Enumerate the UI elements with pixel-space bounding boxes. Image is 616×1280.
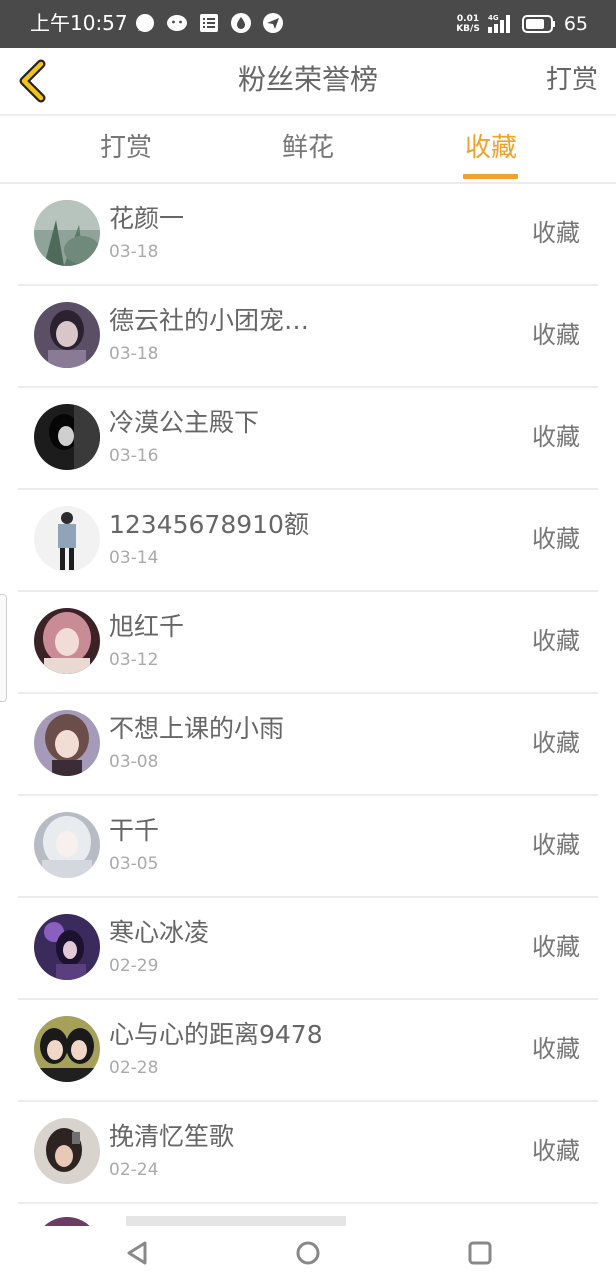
list-item[interactable]: 寒心冰凌 02-29 收藏 <box>18 898 598 1000</box>
app-header: 粉丝荣誉榜 打赏 <box>0 48 616 114</box>
fan-name: 寒心冰凌 <box>109 918 210 947</box>
avatar[interactable] <box>34 1118 100 1184</box>
wechat-icon <box>167 15 187 31</box>
chat-bubble-icon <box>136 14 154 32</box>
avatar[interactable] <box>34 914 100 980</box>
system-status: 0.01 KB/S 4G 65 <box>456 8 588 40</box>
list-item[interactable]: 冷漠公主殿下 03-16 收藏 <box>18 388 598 490</box>
list-icon <box>200 14 218 32</box>
avatar[interactable] <box>34 404 100 470</box>
avatar[interactable] <box>34 200 100 266</box>
fan-action: 收藏 <box>532 729 580 757</box>
fan-name: 花颜一 <box>109 204 185 233</box>
fan-name: 德云社的小团宠… <box>109 306 310 335</box>
status-bar: 上午10:57 0.01 KB/S 4G 65 <box>0 0 616 48</box>
drop-icon <box>231 13 251 33</box>
fan-action: 收藏 <box>532 525 580 553</box>
fan-name: 心与心的距离9478 <box>109 1020 323 1049</box>
nav-back-icon[interactable] <box>123 1238 153 1268</box>
net-speed-value: 0.01 <box>456 14 480 24</box>
fan-action: 收藏 <box>532 933 580 961</box>
nav-home-icon[interactable] <box>293 1238 323 1268</box>
list-item[interactable]: 挽清忆笙歌 02-24 收藏 <box>18 1102 598 1204</box>
avatar[interactable] <box>34 1016 100 1082</box>
fan-date: 03-18 <box>109 344 159 364</box>
avatar[interactable] <box>34 710 100 776</box>
fan-name: 12345678910额 <box>109 510 309 539</box>
network-type: 4G <box>488 14 499 22</box>
tab-bar: 打赏 鲜花 收藏 <box>0 116 616 182</box>
list-item[interactable]: 旭红千 03-12 收藏 <box>18 592 598 694</box>
fan-name: 挽清忆笙歌 <box>109 1122 235 1151</box>
battery-icon <box>521 15 555 33</box>
system-nav-bar <box>0 1226 616 1280</box>
tab-reward[interactable]: 打赏 <box>66 128 186 168</box>
fan-date: 03-18 <box>109 242 159 262</box>
reward-button[interactable]: 打赏 <box>546 62 598 98</box>
fan-date: 02-29 <box>109 956 159 976</box>
side-drawer-handle[interactable] <box>0 594 7 702</box>
fan-name: 干千 <box>109 816 160 845</box>
nav-recents-icon[interactable] <box>465 1238 495 1268</box>
active-tab-indicator <box>463 174 518 179</box>
list-item-partial[interactable] <box>18 1202 598 1226</box>
fan-date: 03-08 <box>109 752 159 772</box>
fan-action: 收藏 <box>532 627 580 655</box>
fan-action: 收藏 <box>532 831 580 859</box>
avatar[interactable] <box>34 1217 100 1226</box>
page-title: 粉丝荣誉榜 <box>237 63 378 96</box>
fan-date: 03-12 <box>109 650 159 670</box>
fan-date: 03-05 <box>109 854 159 874</box>
signal-icon: 4G <box>487 14 510 33</box>
avatar[interactable] <box>34 812 100 878</box>
tab-favorites[interactable]: 收藏 <box>431 128 551 168</box>
fan-action: 收藏 <box>532 219 580 247</box>
list-item[interactable]: 心与心的距离9478 02-28 收藏 <box>18 1000 598 1102</box>
avatar[interactable] <box>34 506 100 572</box>
battery-level: 65 <box>563 13 588 35</box>
list-item[interactable]: 德云社的小团宠… 03-18 收藏 <box>18 286 598 388</box>
notification-icons <box>134 12 284 36</box>
fan-action: 收藏 <box>532 321 580 349</box>
fan-date: 03-16 <box>109 446 159 466</box>
avatar[interactable] <box>34 302 100 368</box>
list-item[interactable]: 干千 03-05 收藏 <box>18 796 598 898</box>
fan-list: 花颜一 03-18 收藏 德云社的小团宠… 03-18 收藏 冷漠公主殿下 03… <box>0 184 616 1204</box>
fan-action: 收藏 <box>532 423 580 451</box>
fan-name: 不想上课的小雨 <box>109 714 285 743</box>
fan-name-partial <box>126 1216 346 1226</box>
list-item[interactable]: 花颜一 03-18 收藏 <box>18 184 598 286</box>
fan-date: 03-14 <box>109 548 159 568</box>
fan-name: 冷漠公主殿下 <box>109 408 260 437</box>
fan-name: 旭红千 <box>109 612 185 641</box>
net-speed-unit: KB/S <box>456 24 480 34</box>
net-speed: 0.01 KB/S <box>456 14 480 34</box>
tab-flowers[interactable]: 鲜花 <box>248 128 368 168</box>
status-time: 上午10:57 <box>30 11 128 35</box>
fan-date: 02-28 <box>109 1058 159 1078</box>
send-icon <box>263 13 283 33</box>
fan-date: 02-24 <box>109 1160 159 1180</box>
fan-action: 收藏 <box>532 1137 580 1165</box>
avatar[interactable] <box>34 608 100 674</box>
fan-action: 收藏 <box>532 1035 580 1063</box>
list-item[interactable]: 不想上课的小雨 03-08 收藏 <box>18 694 598 796</box>
list-item[interactable]: 12345678910额 03-14 收藏 <box>18 490 598 592</box>
